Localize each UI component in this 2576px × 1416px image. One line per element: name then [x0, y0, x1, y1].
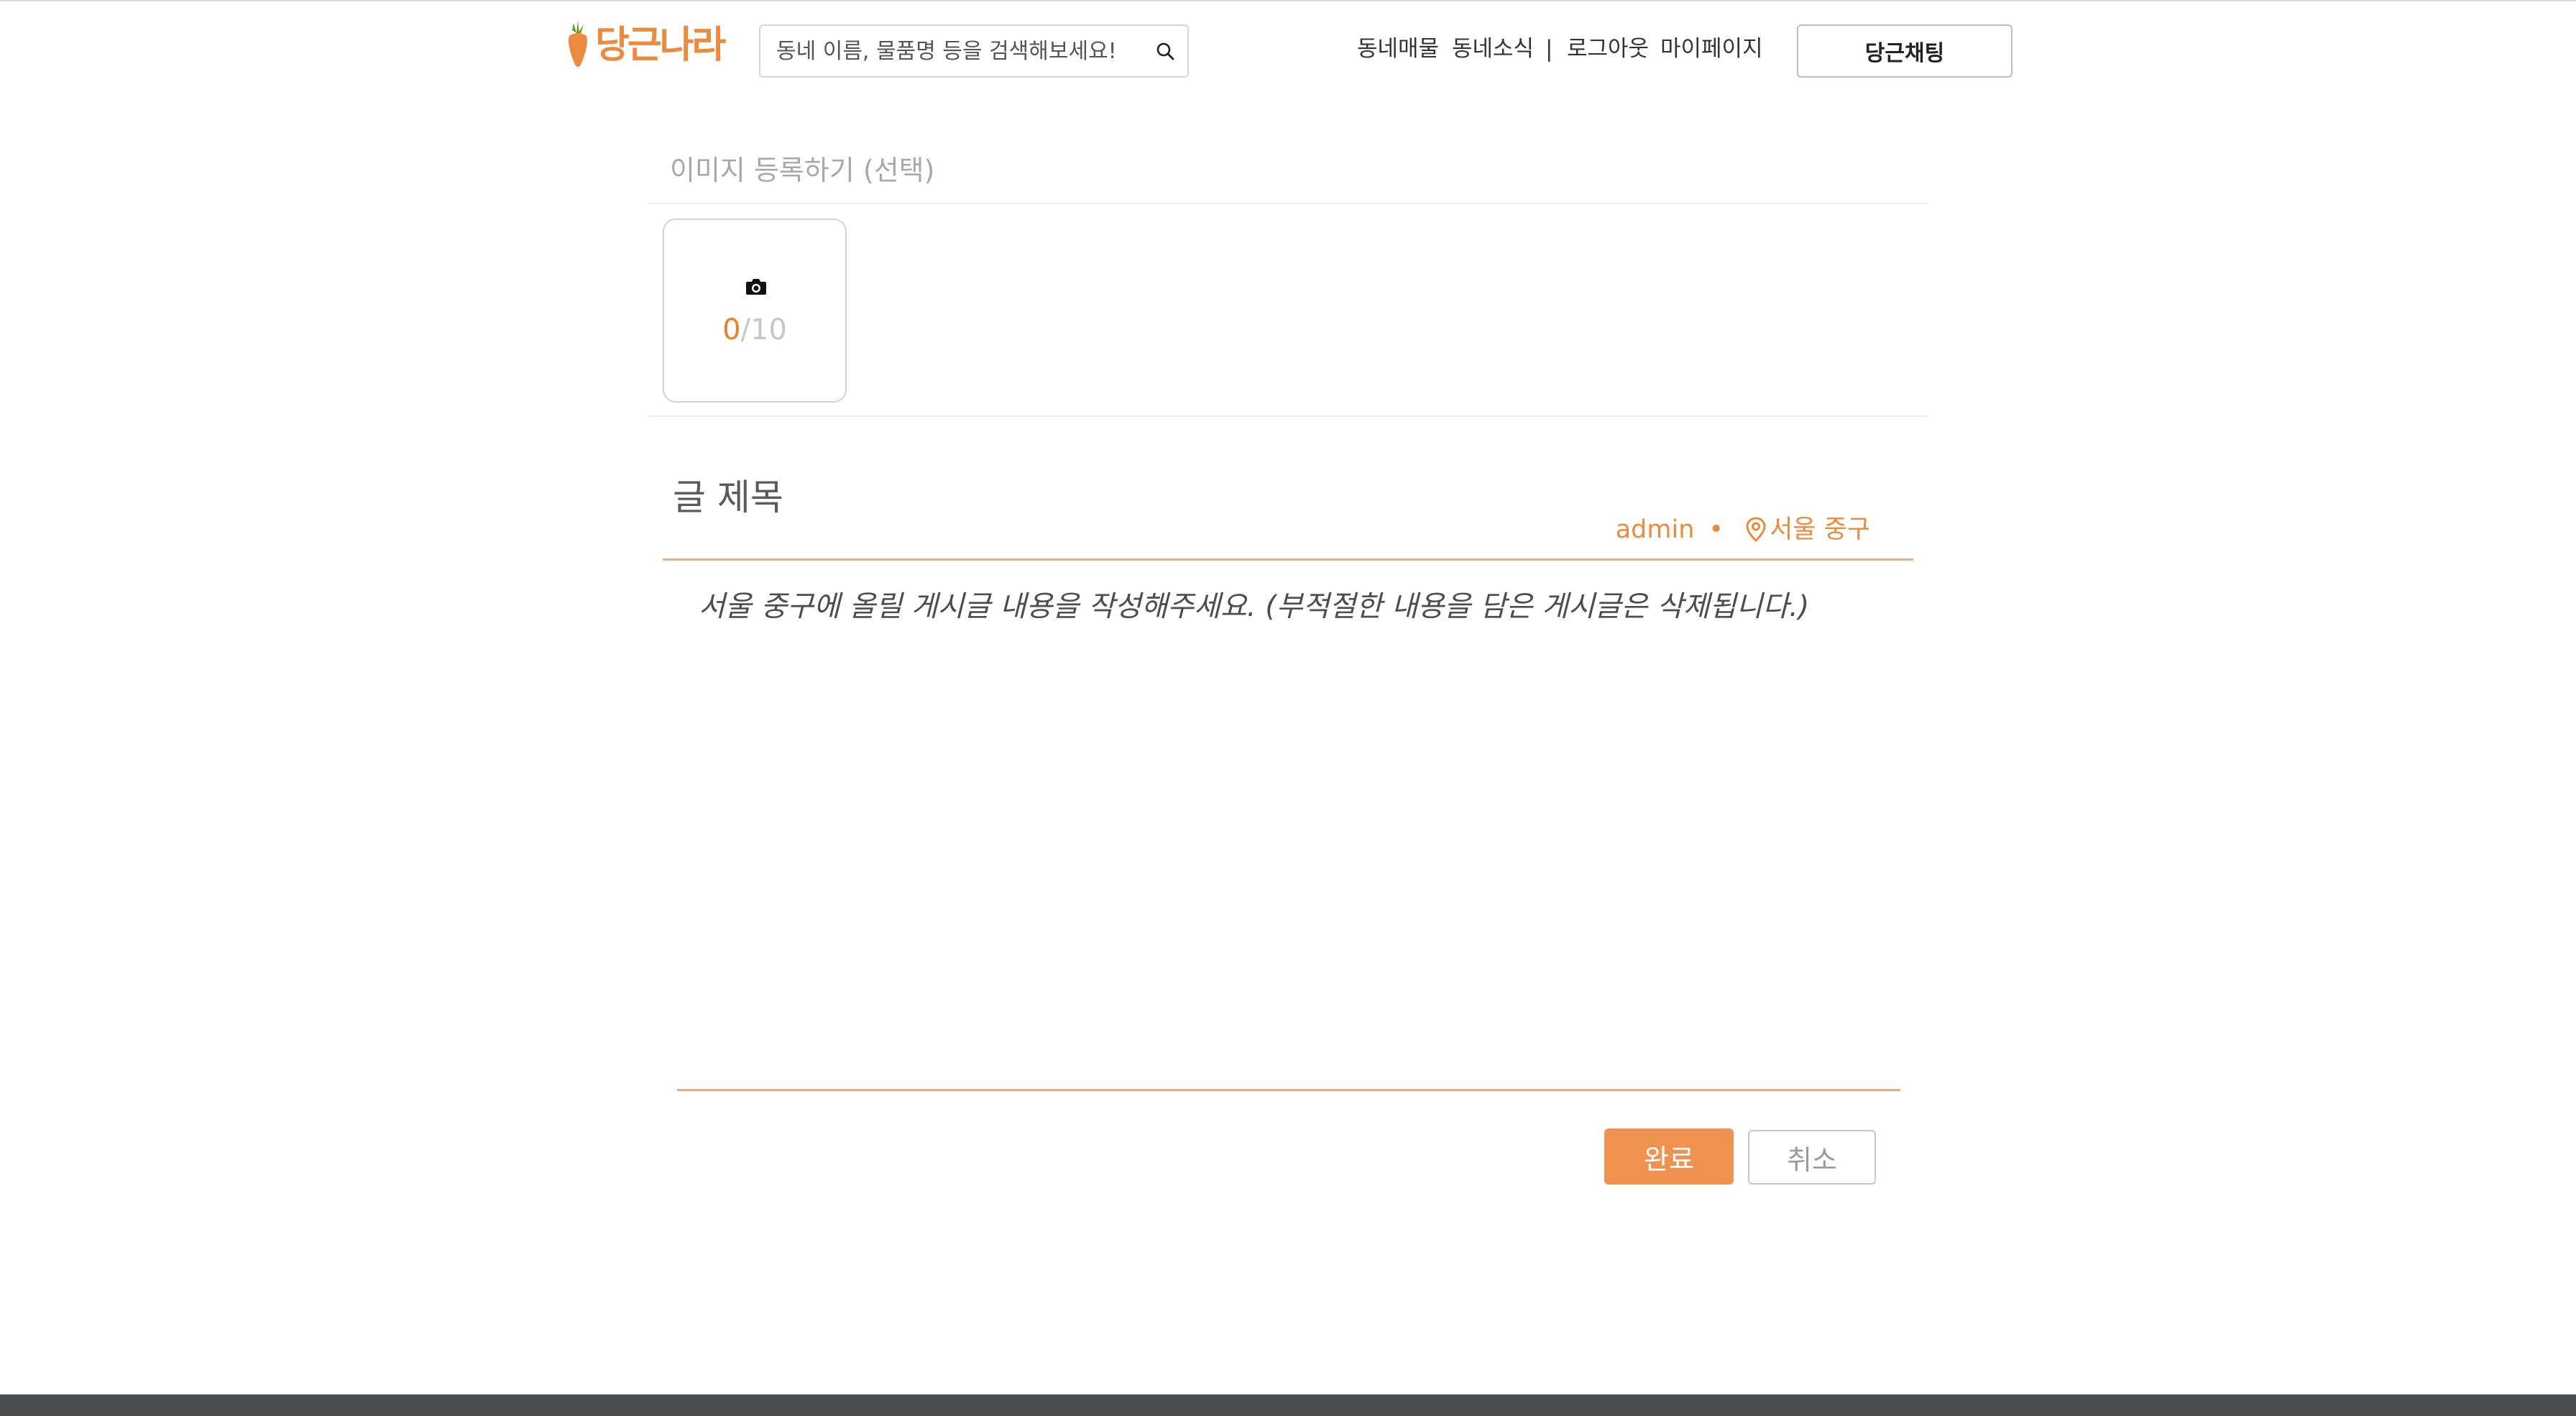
nav-separator: |	[1545, 33, 1552, 65]
post-content-textarea[interactable]	[699, 587, 1892, 1075]
section-divider-top	[648, 203, 1928, 204]
image-count: 0/10	[664, 312, 845, 348]
search-button[interactable]	[1153, 39, 1177, 63]
meta-dot: •	[1708, 515, 1724, 544]
search-icon	[1156, 42, 1174, 60]
chat-button[interactable]: 당근채팅	[1797, 24, 2012, 78]
author-name: admin	[1615, 515, 1695, 544]
cancel-button[interactable]: 취소	[1748, 1130, 1876, 1185]
mypage-link[interactable]: 마이페이지	[1660, 36, 1763, 62]
top-border	[0, 0, 2576, 1]
carrot-icon	[569, 20, 587, 67]
logo[interactable]: 당근나라	[564, 19, 733, 72]
camera-icon	[746, 279, 766, 295]
image-upload-heading: 이미지 등록하기 (선택)	[670, 155, 935, 186]
location-name: 서울 중구	[1770, 515, 1870, 544]
post-meta: admin • 서울 중구	[1616, 512, 1870, 548]
nav-logout[interactable]: 로그아웃	[1567, 33, 1649, 65]
image-count-max: /10	[740, 313, 787, 346]
search-input[interactable]	[776, 26, 1136, 76]
title-underline	[663, 558, 1913, 561]
section-divider-bottom	[648, 415, 1928, 417]
search-box	[759, 24, 1189, 78]
location-pin-icon	[1746, 517, 1766, 543]
logout-link[interactable]: 로그아웃	[1567, 36, 1649, 62]
footer	[0, 1394, 2576, 1416]
nav-neighborhood-listings[interactable]: 동네매물	[1357, 33, 1439, 65]
done-button[interactable]: 완료	[1604, 1128, 1734, 1185]
nav-mypage[interactable]: 마이페이지	[1660, 33, 1763, 65]
image-upload-button[interactable]: 0/10	[663, 219, 847, 403]
nav-separator-text: |	[1545, 36, 1553, 62]
logo-text: 당근나라	[595, 24, 726, 67]
nav-neighborhood-news-label[interactable]: 동네소식	[1452, 36, 1534, 62]
nav-neighborhood-listings-label[interactable]: 동네매물	[1357, 36, 1439, 62]
nav-neighborhood-news[interactable]: 동네소식	[1452, 33, 1534, 65]
post-title-input[interactable]	[673, 469, 1535, 526]
content-underline	[677, 1089, 1900, 1091]
image-count-current: 0	[722, 313, 741, 346]
